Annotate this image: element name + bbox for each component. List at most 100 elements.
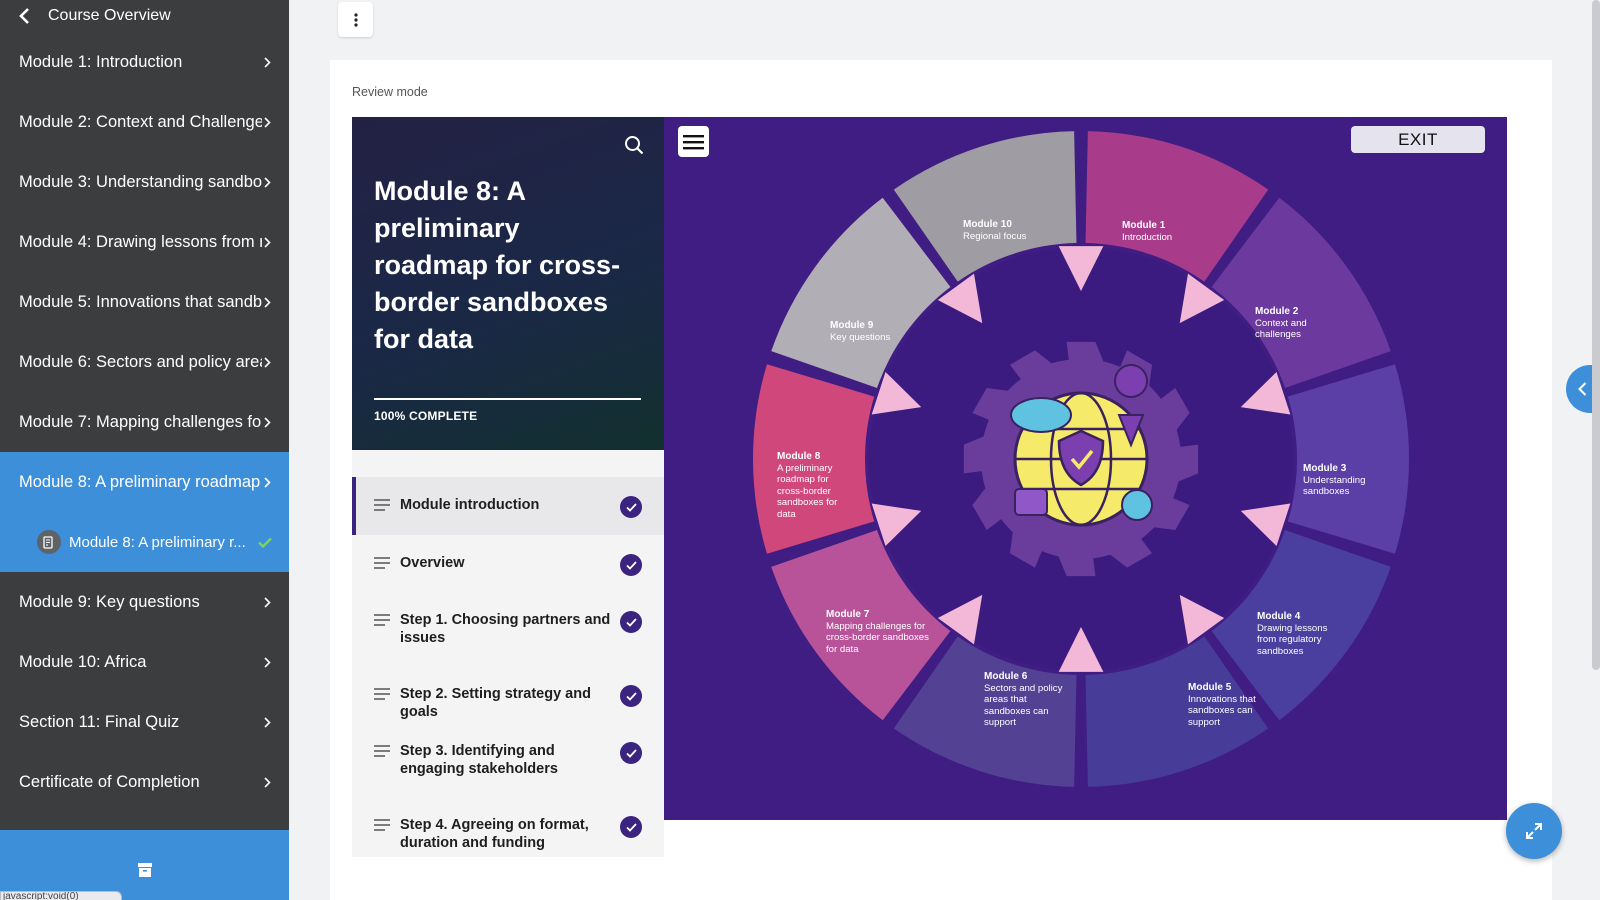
lesson-label: Step 2. Setting strategy and goals [400,686,591,720]
sidebar-item-module[interactable]: Module 4: Drawing lessons from regulator… [0,212,289,272]
lesson-list-item[interactable]: Step 1. Choosing partners and issues [352,592,664,666]
module-segment-desc: Understanding sandboxes [1303,474,1366,498]
module-segment-desc: Introduction [1122,231,1173,243]
check-icon [620,742,642,764]
module-segment-label[interactable]: Module 1 Introduction [1122,220,1202,243]
module-segment-desc: Key questions [830,331,891,343]
lesson-label: Step 1. Choosing partners and issues [400,612,611,646]
status-bar-url: javascript:void(0) [0,891,122,900]
module-segment-desc: Innovations that sandboxes can support [1188,693,1256,728]
sidebar-item-module[interactable]: Module 2: Context and Challenges [0,92,289,152]
lesson-icon [374,745,390,757]
expand-icon [1526,823,1542,839]
module-segment-title: Module 4 [1257,611,1301,622]
check-icon [620,816,642,838]
review-mode-label: Review mode [352,85,428,99]
check-icon [258,537,272,548]
lesson-list-item[interactable]: Step 3. Identifying and engaging stakeho… [352,723,664,797]
chevron-right-icon [264,476,271,488]
document-icon [37,530,61,554]
chevron-left-icon [19,8,29,24]
sidebar-item-module[interactable]: Module 7: Mapping challenges for cross-b… [0,392,289,452]
chevron-right-icon [264,236,271,248]
module-segment-label[interactable]: Module 4 Drawing lessons from regulatory … [1257,611,1337,657]
sidebar-item-module[interactable]: Module 1: Introduction [0,32,289,92]
module-segment-title: Module 5 [1188,682,1232,693]
module-segment-desc: Sectors and policy areas that sandboxes … [984,682,1063,729]
lesson-list-item[interactable]: Step 2. Setting strategy and goals [352,666,664,723]
lesson-list-item[interactable]: Module introduction [352,477,664,535]
module-segment-desc: Drawing lessons from regulatory sandboxe… [1257,622,1328,657]
sidebar-item-module[interactable]: Module 8: A preliminary roadmap [0,452,289,512]
archive-icon[interactable] [137,863,152,877]
sidebar-item-module[interactable]: Module 3: Understanding sandboxes [0,152,289,212]
lesson-list-item[interactable]: Overview [352,535,664,592]
module-segment-label[interactable]: Module 10 Regional focus [963,219,1053,242]
sidebar-item-label: Section 11: Final Quiz [19,712,180,731]
sidebar-sub-item-label: Module 8: A preliminary r... [69,533,246,551]
check-icon [620,554,642,576]
module-title: Module 8: A preliminary roadmap for cros… [374,176,621,354]
lesson-list: Module introduction Overview Step 1. Choos… [352,477,664,857]
module-segment-desc: A preliminary roadmap for cross-border s… [777,462,838,520]
chevron-left-icon [1578,382,1587,396]
module-segment-label[interactable]: Module 3 Understanding sandboxes [1303,463,1383,498]
chevron-right-icon [264,776,271,788]
module-segment-desc: Regional focus [963,230,1027,242]
lesson-icon [374,614,390,626]
stage-menu-button[interactable] [678,126,709,157]
page-scrollbar[interactable] [1592,0,1600,670]
chevron-right-icon [264,296,271,308]
module-segment-label[interactable]: Module 9 Key questions [830,320,900,343]
expand-button[interactable] [1506,803,1562,859]
cog-icon [1121,489,1153,521]
search-icon[interactable] [624,135,644,155]
sidebar-item-module[interactable]: Module 10: Africa [0,632,289,692]
sidebar-item-label: Module 3: Understanding sandboxes [19,172,262,191]
lesson-icon [374,499,390,511]
sidebar-item-label: Module 6: Sectors and policy areas [19,352,262,371]
sidebar-item-module[interactable]: Module 9: Key questions [0,572,289,632]
sidebar-item-label: Module 5: Innovations that sandboxes can… [19,292,262,311]
sidebar-sub-item-lesson[interactable]: Module 8: A preliminary r... [0,512,289,572]
sidebar-item-module[interactable]: Module 5: Innovations that sandboxes can… [0,272,289,332]
sidebar-item-label: Module 7: Mapping challenges for cross-b… [19,412,262,431]
chevron-right-icon [264,416,271,428]
lesson-list-item[interactable]: Step 4. Agreeing on format, duration and… [352,797,664,857]
module-segment-title: Module 7 [826,609,870,620]
module-segment-label[interactable]: Module 2 Context and challenges [1255,306,1335,341]
module-segment-title: Module 2 [1255,306,1299,317]
module-segment-label[interactable]: Module 5 Innovations that sandboxes can s… [1188,682,1268,728]
module-segment-label[interactable]: Module 6 Sectors and policy areas that sa… [984,671,1074,729]
sidebar-item-module[interactable]: Module 6: Sectors and policy areas [0,332,289,392]
module-list: Module 1: Introduction Module 2: Context … [0,32,289,812]
padlock-icon [1014,488,1048,516]
chevron-right-icon [264,176,271,188]
lesson-icon [374,557,390,569]
lesson-icon [374,688,390,700]
sidebar-item-label: Module 9: Key questions [19,592,200,611]
course-overview-label: Course Overview [48,7,171,24]
hamburger-menu-icon [683,134,704,149]
more-options-button[interactable] [338,2,373,37]
course-sidebar: Course Overview Module 1: Introduction Mo… [0,0,289,900]
chevron-right-icon [264,56,271,68]
sidebar-item-label: Module 10: Africa [19,652,147,671]
cloud-icon [1010,397,1072,433]
module-segment-title: Module 10 [963,219,1012,230]
sidebar-item-label: Module 8: A preliminary roadmap [19,472,261,491]
chevron-right-icon [264,596,271,608]
module-wheel-stage: EXIT Module 1 Introduction Module 2 Context… [664,117,1507,820]
sidebar-item-module[interactable]: Certificate of Completion [0,752,289,812]
course-overview-link[interactable]: Course Overview [0,0,289,32]
module-segment-3[interactable] [1287,364,1409,554]
sidebar-item-module[interactable]: Section 11: Final Quiz [0,692,289,752]
module-segment-title: Module 9 [830,320,874,331]
exit-button[interactable]: EXIT [1351,126,1485,153]
module-segment-label[interactable]: Module 8A preliminary roadmap for cross-… [777,451,857,521]
lesson-label: Step 3. Identifying and engaging stakeho… [400,743,558,777]
module-segment-label[interactable]: Module 7 Mapping challenges for cross-bor… [826,609,936,655]
sidebar-item-label: Module 2: Context and Challenges [19,112,262,131]
toc-header: Module 8: A preliminary roadmap for cros… [352,117,664,450]
sidebar-item-label: Module 1: Introduction [19,52,183,71]
